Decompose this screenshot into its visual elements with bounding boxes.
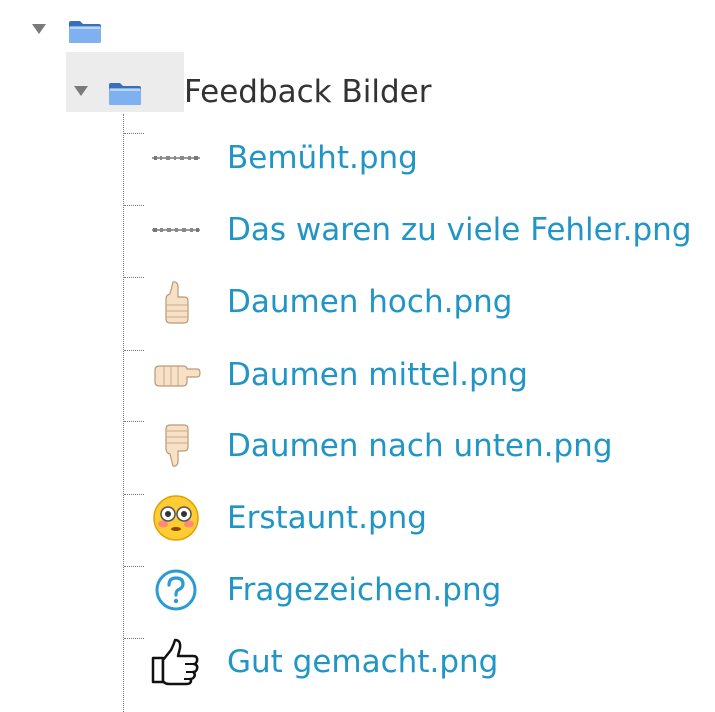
folder-label[interactable]: Feedback Bilder (184, 72, 431, 112)
folder-expand-toggle[interactable] (74, 86, 88, 96)
file-link-daumen-hoch[interactable]: Daumen hoch.png (227, 282, 512, 322)
file-link-fragezeichen[interactable]: Fragezeichen.png (227, 570, 501, 610)
tree-branch (124, 133, 144, 134)
folder-icon[interactable] (108, 80, 142, 106)
thumbs-up-outline-icon[interactable] (148, 636, 204, 688)
root-folder-icon[interactable] (68, 18, 102, 44)
root-expand-toggle[interactable] (32, 24, 46, 34)
tree-branch (124, 350, 144, 351)
file-link-daumen-mittel[interactable]: Daumen mittel.png (227, 355, 528, 395)
tree-branch (124, 494, 144, 495)
fehler-thumbnail[interactable] (148, 204, 204, 256)
tree-branch (124, 566, 144, 567)
file-link-gut-gemacht[interactable]: Gut gemacht.png (227, 642, 498, 682)
file-link-fehler[interactable]: Das waren zu viele Fehler.png (227, 210, 692, 250)
thumbs-down-icon[interactable] (148, 420, 204, 472)
thumb-sideways-icon[interactable] (148, 349, 204, 401)
file-link-daumen-unten[interactable]: Daumen nach unten.png (227, 426, 613, 466)
flushed-face-icon[interactable] (148, 492, 204, 544)
tree-branch (124, 421, 144, 422)
tree-branch (124, 277, 144, 278)
file-link-erstaunt[interactable]: Erstaunt.png (227, 498, 427, 538)
question-mark-icon[interactable] (148, 564, 204, 616)
tree-branch (124, 205, 144, 206)
tree-connector-line (123, 114, 124, 712)
bemueht-thumbnail[interactable] (148, 132, 204, 184)
tree-branch (124, 638, 144, 639)
file-link-bemueht[interactable]: Bemüht.png (227, 138, 418, 178)
thumbs-up-icon[interactable] (148, 276, 204, 328)
